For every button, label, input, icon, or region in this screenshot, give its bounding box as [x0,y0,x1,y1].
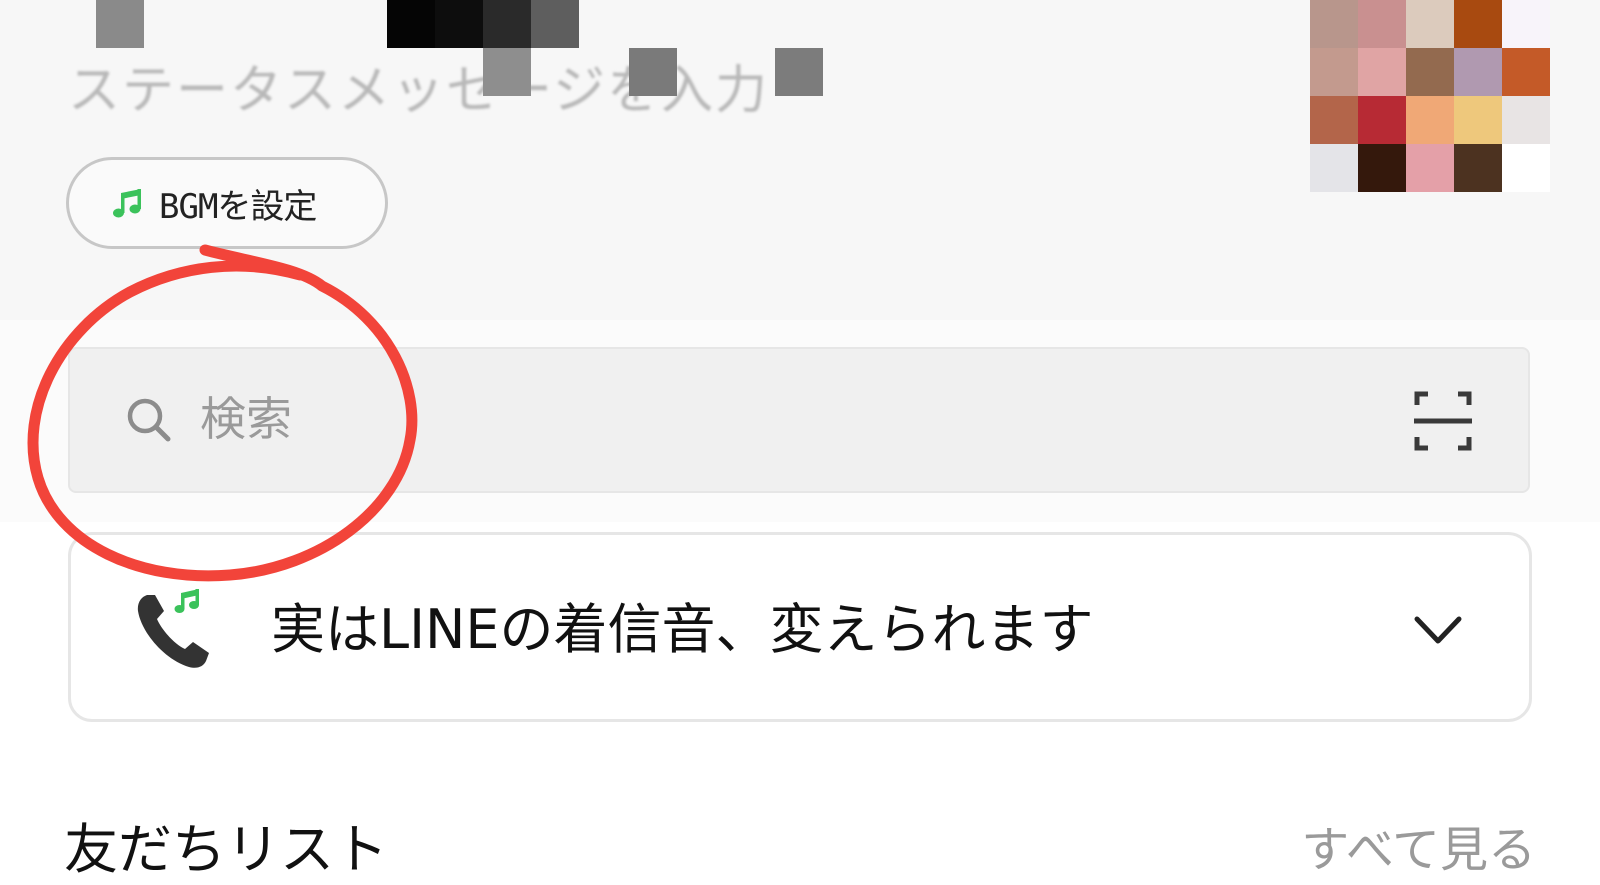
avatar-mosaic-tile [1502,0,1550,48]
redaction-mosaic [531,0,579,48]
redaction-mosaic [775,48,823,96]
avatar-mosaic-tile [1502,96,1550,144]
ringtone-notice-card[interactable]: 実はLINEの着信音、変えられます [68,532,1532,722]
avatar-mosaic-tile [1406,0,1454,48]
set-bgm-label: BGMを設定 [159,186,317,227]
redaction-mosaic [629,48,677,96]
avatar-mosaic-tile [1358,0,1406,48]
redaction-mosaic [435,0,483,48]
profile-avatar[interactable] [1310,0,1550,192]
avatar-mosaic-tile [1502,48,1550,96]
chevron-down-icon[interactable] [1413,613,1463,649]
redaction-mosaic [387,0,435,48]
profile-header: ステータスメッセージを入力 BGMを設定 [0,0,1600,320]
avatar-mosaic-tile [1502,144,1550,192]
avatar-mosaic-tile [1358,144,1406,192]
avatar-mosaic-tile [1310,0,1358,48]
redaction-mosaic [483,48,531,96]
redaction-mosaic [483,0,531,48]
qr-scan-icon[interactable] [1414,391,1472,451]
avatar-mosaic-tile [1406,96,1454,144]
see-all-friends-link[interactable]: すべて見る [1301,818,1536,882]
search-placeholder: 検索 [200,392,292,446]
avatar-mosaic-tile [1358,96,1406,144]
avatar-mosaic-tile [1358,48,1406,96]
avatar-mosaic-tile [1454,48,1502,96]
avatar-mosaic-tile [1406,48,1454,96]
ringtone-notice-text: 実はLINEの着信音、変えられます [271,598,1094,661]
avatar-mosaic-tile [1454,0,1502,48]
phone-ringtone-icon [133,587,223,677]
avatar-mosaic-tile [1454,144,1502,192]
search-input[interactable]: 検索 [68,347,1530,493]
search-icon [122,393,178,449]
music-note-icon [111,185,145,221]
avatar-mosaic-tile [1310,96,1358,144]
set-bgm-button[interactable]: BGMを設定 [66,157,388,249]
avatar-mosaic-tile [1454,96,1502,144]
avatar-mosaic-tile [1310,48,1358,96]
avatar-mosaic-tile [1310,144,1358,192]
avatar-mosaic-tile [1406,144,1454,192]
redaction-mosaic [96,0,144,48]
